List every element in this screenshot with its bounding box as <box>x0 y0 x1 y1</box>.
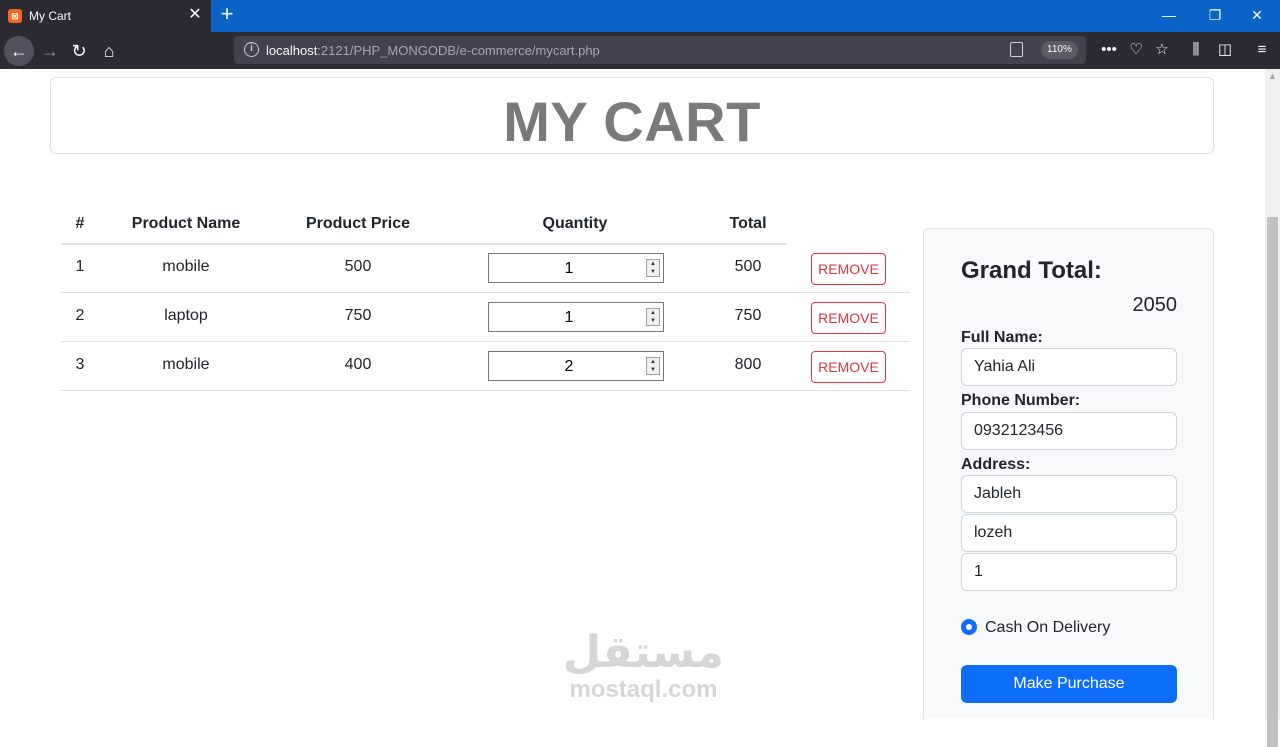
back-icon[interactable]: ← <box>4 36 34 66</box>
zoom-level-badge[interactable]: 110% <box>1041 41 1078 59</box>
row-product-name: laptop <box>164 307 208 324</box>
forward-icon[interactable]: → <box>35 36 65 66</box>
new-tab-icon[interactable]: + <box>216 3 238 26</box>
remove-button[interactable]: REMOVE <box>811 253 886 285</box>
page-scrollbar[interactable]: ▲ <box>1265 69 1280 747</box>
col-header-product-price: Product Price <box>305 215 411 232</box>
address-line-2-field[interactable]: lozeh <box>961 514 1177 552</box>
minimize-icon[interactable]: — <box>1146 0 1192 32</box>
full-name-label: Full Name: <box>961 329 1043 346</box>
reader-view-icon[interactable] <box>1010 42 1023 57</box>
quantity-spinner-icon[interactable]: ▲ ▼ <box>646 259 660 277</box>
table-row: 3 mobile 400 2 ▲ ▼ 800 REMOVE <box>61 342 910 391</box>
cash-on-delivery-radio[interactable] <box>961 619 977 635</box>
page-actions-icon[interactable]: ••• <box>1097 38 1121 62</box>
close-tab-icon[interactable]: ✕ <box>186 6 204 24</box>
checkout-panel: Grand Total: 2050 Full Name: Yahia Ali P… <box>923 228 1214 719</box>
close-window-icon[interactable]: ✕ <box>1234 0 1280 32</box>
library-icon[interactable]: ⫼ <box>1184 38 1208 62</box>
row-index: 1 <box>75 258 85 275</box>
quantity-spinner-icon[interactable]: ▲ ▼ <box>646 308 660 326</box>
page-viewport: MY CART # Product Name Product Price Qua… <box>0 69 1265 719</box>
table-row: 1 mobile 500 1 ▲ ▼ 500 REMOVE <box>61 244 910 293</box>
remove-button[interactable]: REMOVE <box>811 302 886 334</box>
remove-button[interactable]: REMOVE <box>811 351 886 383</box>
url-text[interactable]: localhost:2121/PHP_MONGODB/e-commerce/my… <box>266 43 600 58</box>
row-product-name: mobile <box>162 356 210 373</box>
make-purchase-button[interactable]: Make Purchase <box>961 665 1177 703</box>
phone-field[interactable]: 0932123456 <box>961 412 1177 450</box>
bookmark-star-icon[interactable]: ☆ <box>1150 38 1174 62</box>
title-card: MY CART <box>50 77 1214 154</box>
radio-checked-dot <box>966 624 972 630</box>
address-line-3-field[interactable]: 1 <box>961 553 1177 591</box>
col-header-total: Total <box>729 215 767 232</box>
row-total: 500 <box>734 258 762 275</box>
page-title: MY CART <box>503 90 761 153</box>
scrollbar-thumb[interactable] <box>1267 217 1278 747</box>
row-total: 750 <box>734 307 762 324</box>
cash-on-delivery-label[interactable]: Cash On Delivery <box>985 619 1110 637</box>
quantity-input[interactable]: 1 ▲ ▼ <box>488 302 664 332</box>
address-line-1-field[interactable]: Jableh <box>961 475 1177 513</box>
tab-my-cart[interactable]: ⊠ My Cart ✕ <box>0 0 211 32</box>
home-icon[interactable]: ⌂ <box>94 36 124 66</box>
sidebar-icon[interactable]: ◫ <box>1213 38 1237 62</box>
quantity-value: 2 <box>564 358 574 375</box>
quantity-spinner-icon[interactable]: ▲ ▼ <box>646 357 660 375</box>
restore-icon[interactable]: ❐ <box>1192 0 1238 32</box>
watermark-arabic: مستقل <box>563 627 724 678</box>
col-header-index: # <box>75 215 85 232</box>
grand-total-label: Grand Total: <box>961 257 1102 284</box>
quantity-value: 1 <box>564 260 574 277</box>
row-product-price: 500 <box>344 258 372 275</box>
row-product-price: 750 <box>344 307 372 324</box>
pocket-icon[interactable]: ♡ <box>1124 38 1148 62</box>
tab-bar: ⊠ My Cart ✕ + — ❐ ✕ <box>0 0 1280 32</box>
url-path: :2121/PHP_MONGODB/e-commerce/mycart.php <box>317 43 600 58</box>
row-product-name: mobile <box>162 258 210 275</box>
scroll-up-icon[interactable]: ▲ <box>1265 71 1280 83</box>
full-name-field[interactable]: Yahia Ali <box>961 348 1177 386</box>
address-label: Address: <box>961 456 1031 473</box>
menu-icon[interactable]: ≡ <box>1250 38 1274 62</box>
xampp-favicon-icon: ⊠ <box>8 9 22 23</box>
reload-icon[interactable]: ↻ <box>64 36 94 66</box>
grand-total-value: 2050 <box>1132 294 1178 316</box>
watermark-latin: mostaql.com <box>569 676 718 703</box>
quantity-input[interactable]: 1 ▲ ▼ <box>488 253 664 283</box>
row-product-price: 400 <box>344 356 372 373</box>
address-bar[interactable]: i localhost:2121/PHP_MONGODB/e-commerce/… <box>234 36 1086 64</box>
row-index: 3 <box>75 356 85 373</box>
row-index: 2 <box>75 307 85 324</box>
row-total: 800 <box>734 356 762 373</box>
col-header-product-name: Product Name <box>131 215 241 232</box>
table-row: 2 laptop 750 1 ▲ ▼ 750 REMOVE <box>61 293 910 342</box>
site-info-icon[interactable]: i <box>244 42 259 57</box>
col-header-quantity: Quantity <box>542 215 608 232</box>
quantity-input[interactable]: 2 ▲ ▼ <box>488 351 664 381</box>
url-host: localhost <box>266 43 318 58</box>
quantity-value: 1 <box>564 309 574 326</box>
mostaql-watermark: مستقل mostaql.com <box>563 629 724 703</box>
tab-title: My Cart <box>29 9 71 23</box>
phone-label: Phone Number: <box>961 392 1081 409</box>
